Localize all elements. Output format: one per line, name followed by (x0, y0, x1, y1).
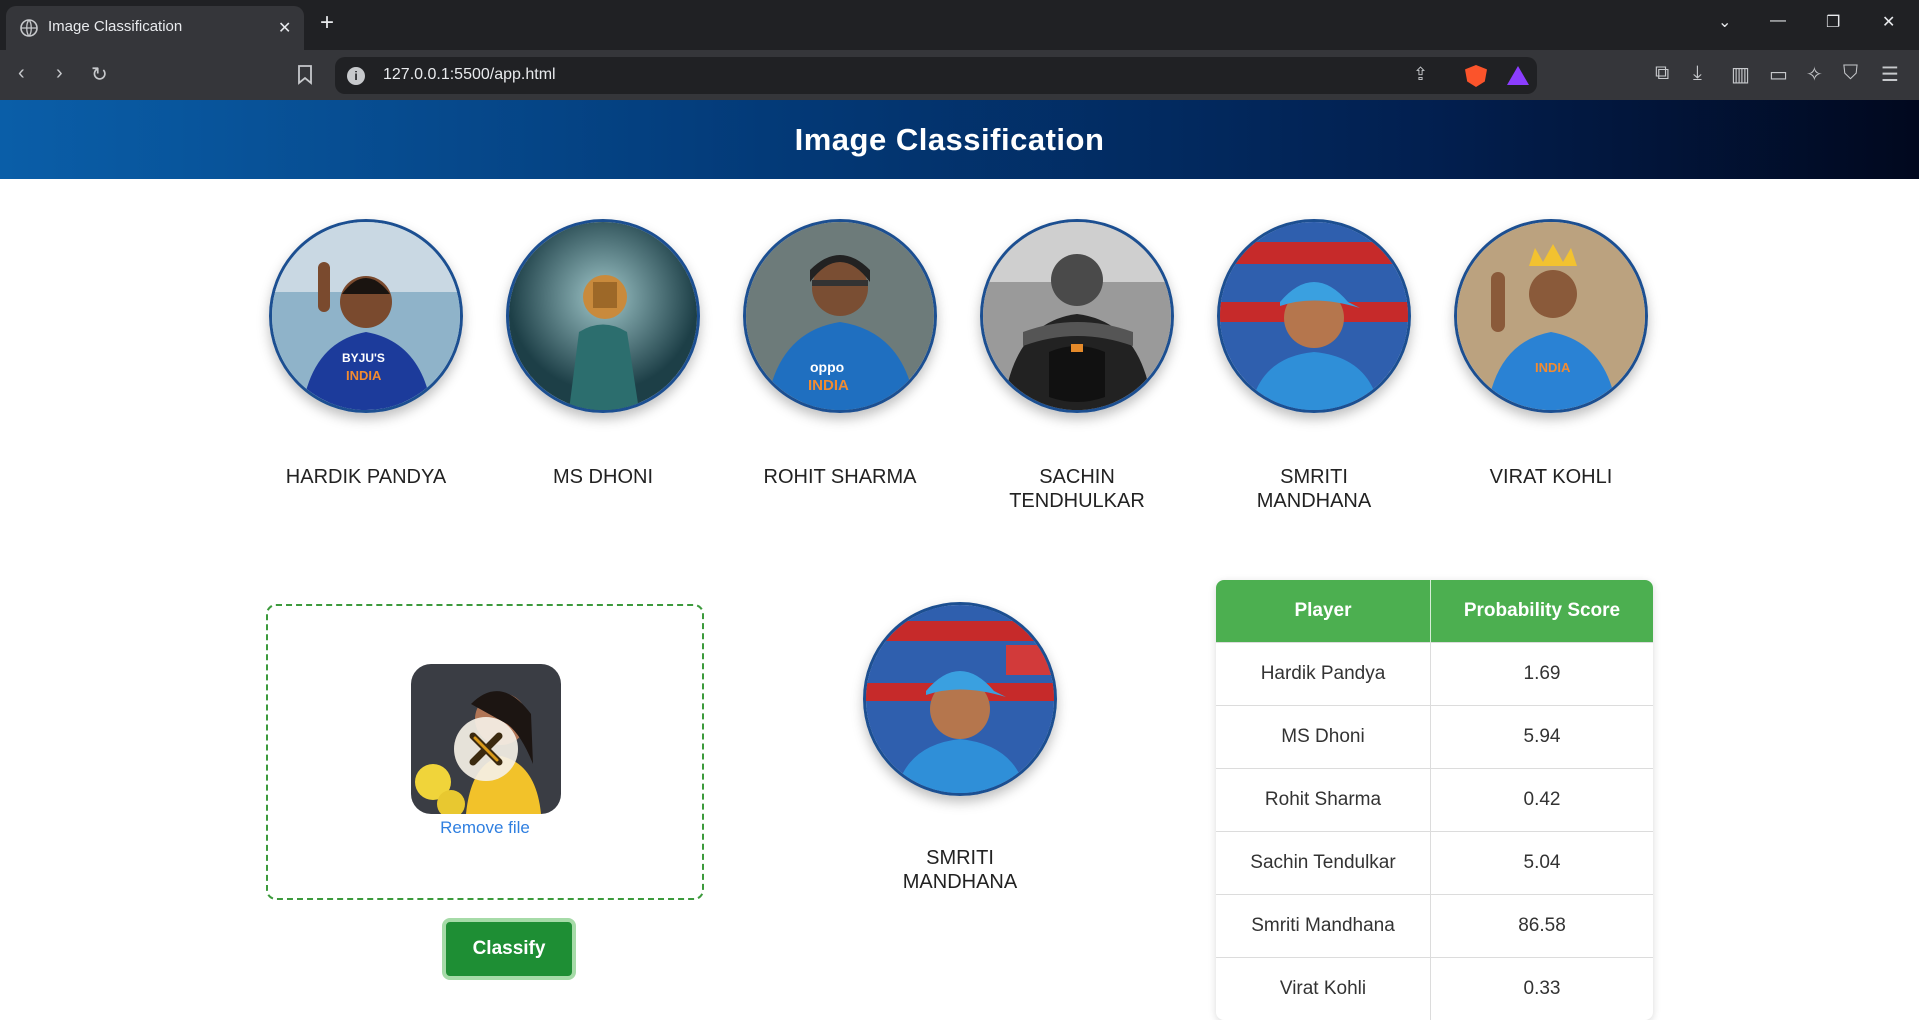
player-card-dhoni: MS DHONI (503, 219, 703, 489)
browser-toolbar: ‹ › ↻ i 127.0.0.1:5500/app.html ⇪ ⧉ ⤓ ▥ … (0, 50, 1919, 100)
site-info-icon[interactable]: i (347, 67, 365, 85)
player-avatar (1217, 219, 1411, 413)
share-icon[interactable]: ⇪ (1413, 64, 1428, 85)
header-player: Player (1216, 580, 1431, 643)
table-row: Sachin Tendulkar 5.04 (1216, 832, 1653, 895)
extensions-icon[interactable]: ⧉ (1655, 62, 1669, 85)
uploaded-image-preview (411, 664, 561, 814)
player-name: VIRAT KOHLI (1451, 465, 1651, 489)
cell-score: 5.94 (1431, 706, 1654, 769)
cell-player: Hardik Pandya (1216, 643, 1431, 706)
sidebar-icon[interactable]: ▥ (1731, 62, 1750, 87)
browser-tab-bar: Image Classification ✕ + ⌄ — ❐ ✕ (0, 0, 1919, 50)
cell-player: Rohit Sharma (1216, 769, 1431, 832)
player-card-smriti: SMRITI MANDHANA (1214, 219, 1414, 513)
new-tab-icon[interactable]: + (320, 9, 334, 37)
menu-icon[interactable]: ☰ (1881, 62, 1899, 87)
remove-file-link[interactable]: Remove file (268, 818, 702, 838)
probability-table: Player Probability Score Hardik Pandya 1… (1216, 580, 1653, 1020)
player-name: SMRITI MANDHANA (1214, 465, 1414, 513)
address-bar[interactable]: i 127.0.0.1:5500/app.html ⇪ (335, 57, 1537, 94)
table-row: MS Dhoni 5.94 (1216, 706, 1653, 769)
player-avatar: INDIA (1454, 219, 1648, 413)
cell-score: 0.33 (1431, 958, 1654, 1020)
player-card-virat: INDIA VIRAT KOHLI (1451, 219, 1651, 489)
minimize-icon[interactable]: — (1770, 12, 1786, 30)
player-name: ROHIT SHARMA (740, 465, 940, 489)
svg-text:BYJU'S: BYJU'S (342, 351, 385, 365)
forward-icon[interactable]: › (56, 62, 63, 85)
player-card-sachin: SACHIN TENDHULKAR (977, 219, 1177, 513)
cell-player: MS Dhoni (1216, 706, 1431, 769)
restore-icon[interactable]: ❐ (1826, 12, 1840, 32)
player-card-rohit: oppo INDIA ROHIT SHARMA (740, 219, 940, 489)
brave-shields-icon[interactable] (1465, 65, 1487, 87)
svg-text:INDIA: INDIA (1535, 360, 1571, 375)
globe-icon (20, 19, 38, 37)
player-name: MS DHONI (503, 465, 703, 489)
svg-text:INDIA: INDIA (808, 377, 849, 394)
svg-text:INDIA: INDIA (346, 368, 382, 383)
table-row: Smriti Mandhana 86.58 (1216, 895, 1653, 958)
browser-tab[interactable]: Image Classification ✕ (6, 6, 304, 50)
url-text: 127.0.0.1:5500/app.html (383, 66, 556, 84)
player-avatar: BYJU'S INDIA (269, 219, 463, 413)
table-row: Virat Kohli 0.33 (1216, 958, 1653, 1020)
cell-score: 1.69 (1431, 643, 1654, 706)
cell-player: Virat Kohli (1216, 958, 1431, 1020)
brave-rewards-icon[interactable] (1507, 66, 1529, 85)
wallet-icon[interactable]: ▭ (1769, 62, 1788, 87)
bookmark-icon[interactable] (298, 65, 312, 85)
close-window-icon[interactable]: ✕ (1882, 12, 1895, 32)
cell-score: 0.42 (1431, 769, 1654, 832)
player-avatar: oppo INDIA (743, 219, 937, 413)
close-tab-icon[interactable]: ✕ (278, 18, 291, 38)
player-card-hardik: BYJU'S INDIA HARDIK PANDYA (266, 219, 466, 489)
leo-ai-icon[interactable]: ✧ (1806, 62, 1823, 87)
cell-score: 86.58 (1431, 895, 1654, 958)
classify-button[interactable]: Classify (442, 918, 576, 980)
header-probability-score: Probability Score (1431, 580, 1654, 643)
cell-score: 5.04 (1431, 832, 1654, 895)
back-icon[interactable]: ‹ (18, 62, 25, 85)
table-row: Rohit Sharma 0.42 (1216, 769, 1653, 832)
file-dropzone[interactable]: Remove file (266, 604, 704, 900)
page-title: Image Classification (0, 122, 1899, 158)
reload-icon[interactable]: ↻ (91, 62, 108, 87)
player-name: SACHIN TENDHULKAR (977, 465, 1177, 513)
classification-result: SMRITI MANDHANA (860, 602, 1060, 894)
download-icon[interactable]: ⤓ (1693, 62, 1702, 85)
result-name: SMRITI MANDHANA (860, 846, 1060, 894)
result-avatar (863, 602, 1057, 796)
vpn-shield-icon[interactable]: ⛉ (1843, 62, 1858, 85)
tab-search-icon[interactable]: ⌄ (1718, 12, 1731, 32)
table-header-row: Player Probability Score (1216, 580, 1653, 643)
tab-title: Image Classification (48, 18, 182, 35)
table-row: Hardik Pandya 1.69 (1216, 643, 1653, 706)
player-avatar (506, 219, 700, 413)
svg-text:oppo: oppo (810, 359, 844, 375)
page-header: Image Classification (0, 100, 1919, 179)
cell-player: Sachin Tendulkar (1216, 832, 1431, 895)
cell-player: Smriti Mandhana (1216, 895, 1431, 958)
player-name: HARDIK PANDYA (266, 465, 466, 489)
player-avatar (980, 219, 1174, 413)
